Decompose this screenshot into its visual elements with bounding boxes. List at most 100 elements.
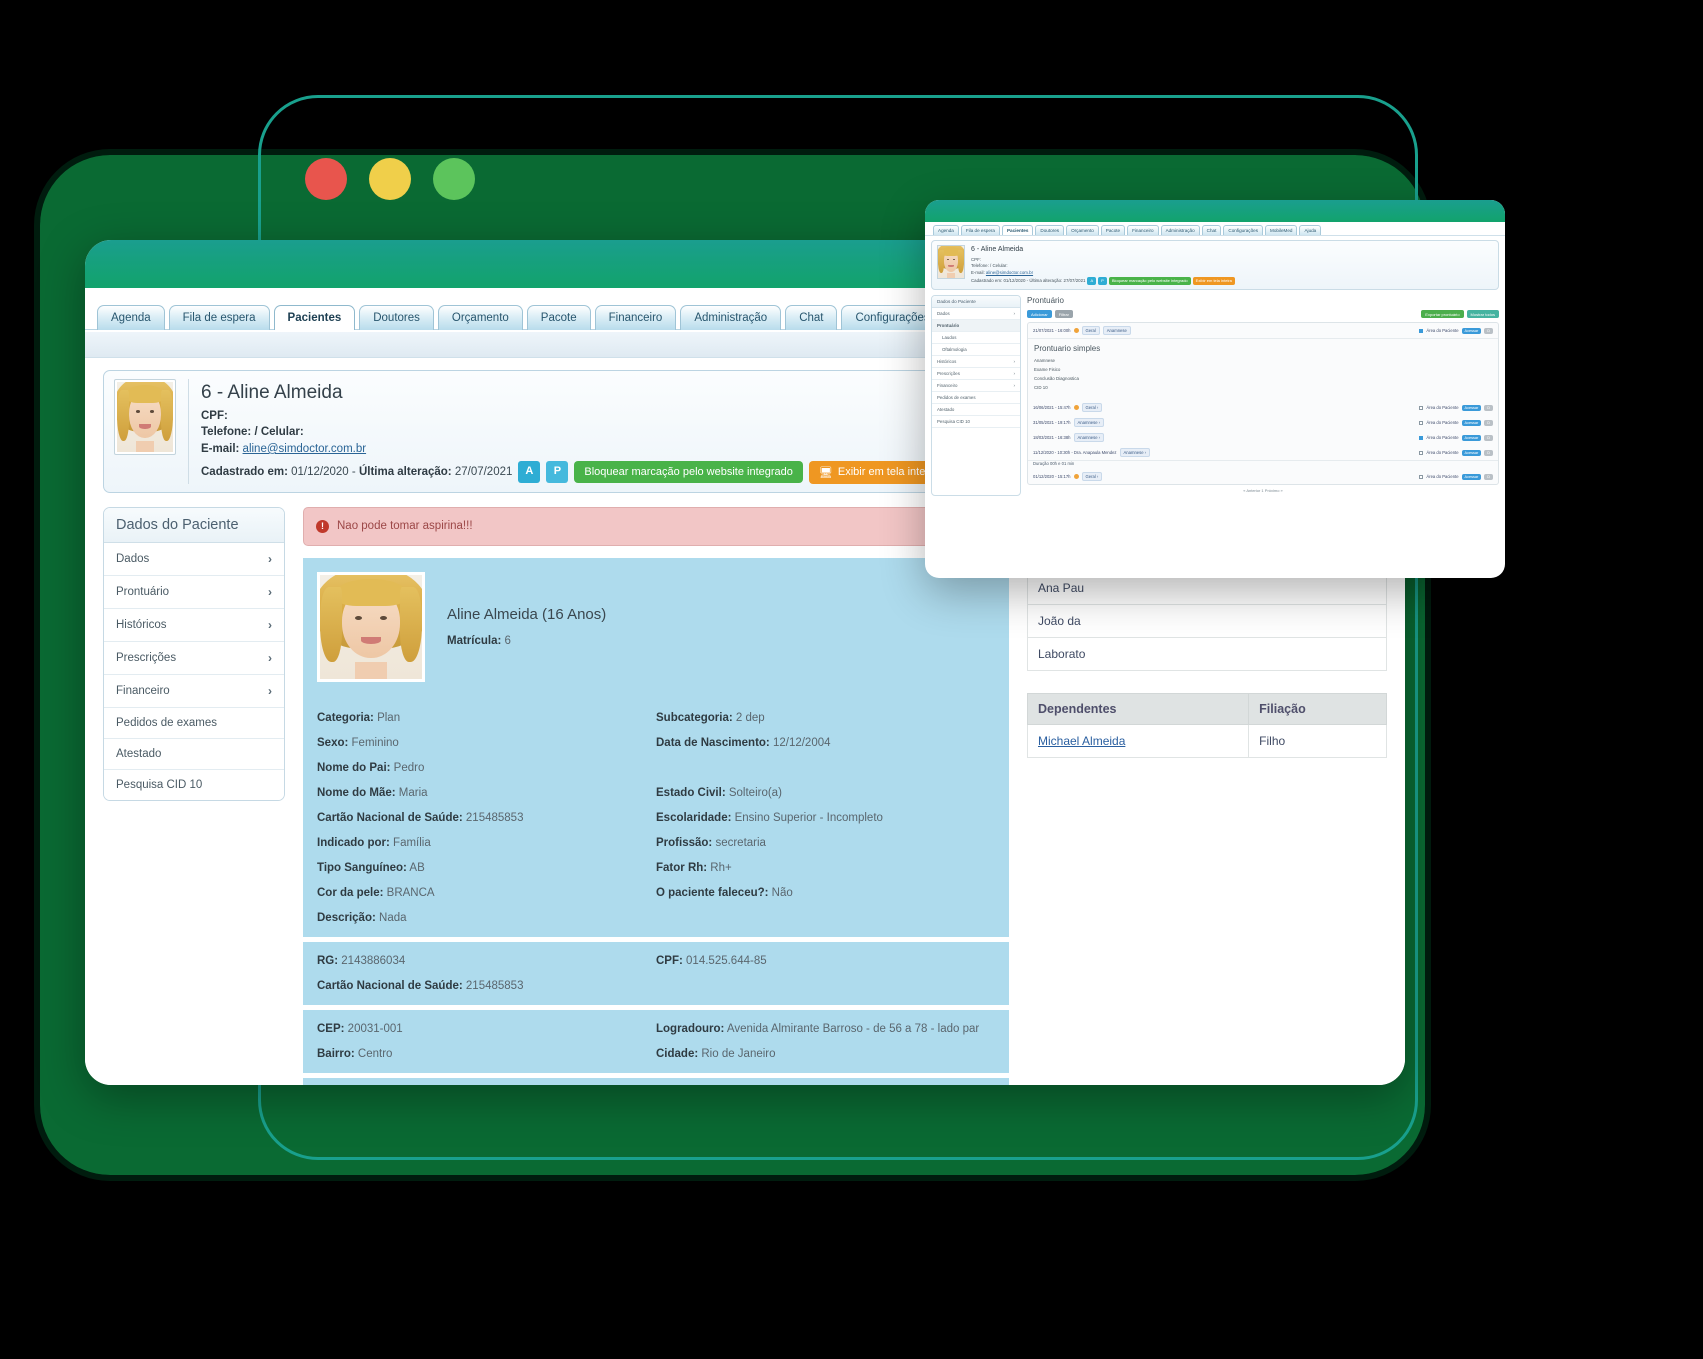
patient-email-link[interactable]: aline@simdoctor.com.br [243,443,367,455]
secondary-sidebar-item-atestado[interactable]: Atestado [932,404,1020,417]
record-tag[interactable]: Anamnese › [1073,433,1105,443]
record-row[interactable]: 31/05/2021 - 19:17h Anamnese › Área do Pac… [1028,415,1498,430]
sidebar-item-prontu-rio[interactable]: Prontuário › [104,575,284,609]
record-row-open[interactable]: 21/07/2021 - 16:00h Geral Anamnese Área … [1028,323,1498,340]
record-access-button[interactable]: Acessar [1461,404,1482,411]
sidebar-item-hist-ricos[interactable]: Históricos › [104,608,284,642]
detail-value: Família [389,836,431,849]
secondary-tab-financeiro[interactable]: Financeiro [1127,225,1159,235]
secondary-sidebar-item-prontu-rio[interactable]: Prontuário [932,320,1020,333]
table-row[interactable]: Laborato [1027,636,1387,671]
filter-button[interactable]: Filtrar [1054,310,1073,319]
secondary-email-link[interactable]: aline@simdoctor.com.br [986,270,1033,275]
export-record-button[interactable]: Exportar prontuário [1421,310,1464,319]
secondary-tab-fila-de-espera[interactable]: Fila de espera [960,225,1000,235]
secondary-tab-administra-o[interactable]: Administração [1160,225,1200,235]
tab-pacientes[interactable]: Pacientes [273,305,356,330]
record-row[interactable]: 18/03/2021 - 16:38h Anamnese › Área do Pac… [1028,430,1498,445]
tab-chat[interactable]: Chat [785,305,838,330]
detail-cell: Profissão: secretaria [656,837,995,849]
secondary-sidebar-item-prescri-es[interactable]: Prescrições › [932,368,1020,381]
secondary-tab-chat[interactable]: Chat [1201,225,1222,235]
record-row[interactable]: 01/12/2020 - 15:17h Geral › Área do Pacien… [1028,469,1498,484]
secondary-sidebar-item-dados[interactable]: Dados › [932,308,1020,321]
secondary-sidebar-item-laudos[interactable]: Laudos [932,332,1020,345]
tab-agenda[interactable]: Agenda [97,305,165,330]
record-tag[interactable]: Geral [1081,326,1100,336]
secondary-tab-configura-es[interactable]: Configurações [1223,225,1264,235]
area-paciente-checkbox[interactable] [1419,328,1424,333]
record-access-button[interactable]: Acessar [1461,473,1482,480]
record-access-button[interactable]: Acessar [1461,434,1482,441]
secondary-tab-agenda[interactable]: Agenda [933,225,959,235]
sidebar-item-dados[interactable]: Dados › [104,542,284,576]
sidebar-item-prescri-es[interactable]: Prescrições › [104,641,284,675]
detail-label: Sexo: [317,736,349,749]
block-website-booking-button[interactable]: Bloquear marcação pelo website integrado [574,461,803,484]
maximize-window-dot[interactable] [433,158,475,200]
close-window-dot[interactable] [305,158,347,200]
record-tag[interactable]: Anamnese › [1119,448,1151,458]
secondary-fullscreen-button[interactable]: Exibir em tela inteira [1192,277,1235,286]
area-paciente-checkbox[interactable] [1419,450,1424,455]
record-access-button[interactable]: Acessar [1461,327,1482,334]
record-delete-button[interactable]: D [1484,449,1493,456]
tab-pacote[interactable]: Pacote [526,305,591,330]
area-paciente-checkbox[interactable] [1419,405,1424,410]
secondary-sidebar-item-pedidos-de-exames[interactable]: Pedidos de exames [932,392,1020,405]
secondary-tab-or-amento[interactable]: Orçamento [1066,225,1099,235]
record-delete-button[interactable]: D [1484,473,1493,480]
sidebar-item-pesquisa-cid-10[interactable]: Pesquisa CID 10 [104,769,284,800]
dependents-column-header: Filiação [1248,692,1387,725]
record-tag[interactable]: Anamnese › [1073,418,1105,428]
secondary-pagination[interactable]: « Anterior 1 Próximo » [1027,485,1499,496]
secondary-sidebar-item-pesquisa-cid-10[interactable]: Pesquisa CID 10 [932,416,1020,429]
button-a[interactable]: A [518,461,541,484]
secondary-sidebar-item-hist-ricos[interactable]: Históricos › [932,356,1020,369]
secondary-tab-pacientes[interactable]: Pacientes [1001,225,1034,235]
table-row[interactable]: João da [1027,603,1387,638]
record-delete-button[interactable]: D [1484,327,1493,334]
secondary-block-button[interactable]: Bloquear marcação pelo website integrado [1108,277,1191,286]
record-access-button[interactable]: Acessar [1461,449,1482,456]
area-paciente-checkbox[interactable] [1419,435,1424,440]
tab-fila-de-espera[interactable]: Fila de espera [168,305,270,330]
record-row[interactable]: 11/12/2020 - 10:30h - Dra. Anapaula Mend… [1028,445,1498,469]
secondary-tab-doutores[interactable]: Doutores [1035,225,1065,235]
area-paciente-checkbox[interactable] [1419,474,1424,479]
record-access-button[interactable]: Acessar [1461,419,1482,426]
record-tag-secondary[interactable]: Anamnese [1102,326,1131,336]
record-delete-button[interactable]: D [1484,404,1493,411]
sidebar-item-atestado[interactable]: Atestado [104,738,284,770]
secondary-tab-ajuda[interactable]: Ajuda [1299,225,1322,235]
show-all-button[interactable]: Mostrar todos [1466,310,1499,319]
sidebar-item-financeiro[interactable]: Financeiro › [104,674,284,708]
add-record-button[interactable]: Adicionar [1027,310,1052,319]
record-delete-button[interactable]: D [1484,434,1493,441]
sidebar-item-pedidos-de-exames[interactable]: Pedidos de exames [104,707,284,739]
minimize-window-dot[interactable] [369,158,411,200]
secondary-registered-text: Cadastrado em: 01/12/2020 - Última alter… [971,278,1086,284]
tab-or-amento[interactable]: Orçamento [437,305,523,330]
secondary-sidebar-item-financeiro[interactable]: Financeiro › [932,380,1020,393]
secondary-sidebar-item-oftalmologia[interactable]: Oftalmologia [932,344,1020,357]
record-tag[interactable]: Geral › [1081,472,1103,482]
dependent-link[interactable]: Michael Almeida [1038,734,1125,748]
tab-doutores[interactable]: Doutores [359,305,434,330]
record-delete-button[interactable]: D [1484,419,1493,426]
sidebar-title: Dados do Paciente [104,507,284,543]
secondary-button-a[interactable]: A [1087,277,1097,286]
secondary-button-p[interactable]: P [1098,277,1107,286]
button-p[interactable]: P [546,461,569,484]
area-paciente-checkbox[interactable] [1419,420,1424,425]
secondary-tab-pacote[interactable]: Pacote [1100,225,1126,235]
tab-financeiro[interactable]: Financeiro [594,305,677,330]
detail-label: O paciente faleceu?: [656,886,769,899]
record-tag[interactable]: Geral › [1081,403,1103,413]
record-row[interactable]: 16/06/2021 - 15:47h Geral › Área do Pacien… [1028,400,1498,415]
detail-cell [656,912,995,924]
tab-administra-o[interactable]: Administração [680,305,782,330]
registered-label: Cadastrado em: [201,465,288,478]
detail-value: Ensino Superior - Incompleto [731,811,883,824]
secondary-tab-mobilemed[interactable]: MobileMed [1265,225,1298,235]
